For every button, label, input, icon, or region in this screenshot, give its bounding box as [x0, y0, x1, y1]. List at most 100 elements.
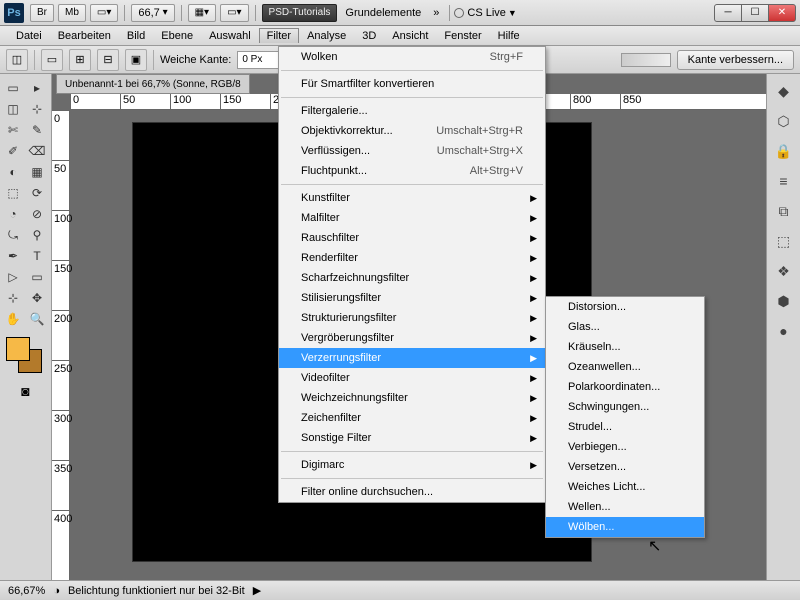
tool-9[interactable]: ▦ [26, 162, 48, 182]
quickmask-button[interactable]: ◙ [2, 383, 49, 399]
bridge-button[interactable]: Br [30, 4, 54, 22]
tool-10[interactable]: ⬚ [2, 183, 24, 203]
tool-17[interactable]: T [26, 246, 48, 266]
distort-item[interactable]: Ozeanwellen... [546, 357, 704, 377]
panel-icon-2[interactable]: 🔒 [772, 140, 796, 162]
tool-13[interactable]: ⊘ [26, 204, 48, 224]
panel-icon-8[interactable]: ● [772, 320, 796, 342]
color-swatches[interactable] [6, 337, 46, 377]
cslive-dropdown-icon[interactable]: ▼ [508, 8, 517, 18]
tool-preset-button[interactable]: ◫ [6, 49, 28, 71]
tool-21[interactable]: ✥ [26, 288, 48, 308]
distort-item[interactable]: Kräuseln... [546, 337, 704, 357]
selection-add-button[interactable]: ⊞ [69, 49, 91, 71]
minibridge-button[interactable]: Mb [58, 4, 86, 22]
distort-item[interactable]: Weiches Licht... [546, 477, 704, 497]
distort-item[interactable]: Verbiegen... [546, 437, 704, 457]
tool-6[interactable]: ✐ [2, 141, 24, 161]
filter-item[interactable]: Verflüssigen...Umschalt+Strg+X [279, 141, 545, 161]
refine-edge-button[interactable]: Kante verbessern... [677, 50, 794, 70]
selection-sub-button[interactable]: ⊟ [97, 49, 119, 71]
filter-item[interactable]: Scharfzeichnungsfilter▶ [279, 268, 545, 288]
zoom-level-button[interactable]: 66,7 ▾ [131, 4, 174, 22]
distort-item[interactable]: Wölben... [546, 517, 704, 537]
panel-icon-4[interactable]: ⧉ [772, 200, 796, 222]
screenmode-button[interactable]: ▭▾ [90, 4, 118, 22]
panel-icon-1[interactable]: ⬡ [772, 110, 796, 132]
filter-item[interactable]: Kunstfilter▶ [279, 188, 545, 208]
filter-item[interactable]: Objektivkorrektur...Umschalt+Strg+R [279, 121, 545, 141]
unknown-slider[interactable] [621, 53, 671, 67]
status-zoom[interactable]: 66,67% [8, 585, 45, 597]
viewextras-button[interactable]: ▦▾ [188, 4, 216, 22]
distort-item[interactable]: Glas... [546, 317, 704, 337]
filter-item[interactable]: WolkenStrg+F [279, 47, 545, 67]
window-maximize-button[interactable]: ☐ [741, 4, 769, 22]
menu-3d[interactable]: 3D [354, 28, 384, 44]
menu-bearbeiten[interactable]: Bearbeiten [50, 28, 119, 44]
distort-item[interactable]: Versetzen... [546, 457, 704, 477]
distort-item[interactable]: Polarkoordinaten... [546, 377, 704, 397]
menu-datei[interactable]: Datei [8, 28, 50, 44]
filter-item[interactable]: Filtergalerie... [279, 101, 545, 121]
tool-5[interactable]: ✎ [26, 120, 48, 140]
panel-icon-5[interactable]: ⬚ [772, 230, 796, 252]
panel-icon-7[interactable]: ⬢ [772, 290, 796, 312]
filter-item[interactable]: Strukturierungsfilter▶ [279, 308, 545, 328]
filter-item[interactable]: Rauschfilter▶ [279, 228, 545, 248]
tool-7[interactable]: ⌫ [26, 141, 48, 161]
filter-item[interactable]: Renderfilter▶ [279, 248, 545, 268]
tool-3[interactable]: ⊹ [26, 99, 48, 119]
filter-item[interactable]: Sonstige Filter▶ [279, 428, 545, 448]
workspace-switch-button[interactable]: PSD-Tutorials [262, 4, 338, 22]
filter-item[interactable]: Digimarc▶ [279, 455, 545, 475]
filter-item[interactable]: Für Smartfilter konvertieren [279, 74, 545, 94]
selection-new-button[interactable]: ▭ [41, 49, 63, 71]
status-arrow-icon[interactable]: ▶ [253, 584, 261, 597]
tool-12[interactable]: ◔ [2, 204, 24, 224]
tool-18[interactable]: ▷ [2, 267, 24, 287]
distort-item[interactable]: Strudel... [546, 417, 704, 437]
tool-14[interactable]: ⤿ [2, 225, 24, 245]
arrange-button[interactable]: ▭▾ [220, 4, 248, 22]
menu-filter[interactable]: Filter [259, 28, 299, 43]
tool-16[interactable]: ✒ [2, 246, 24, 266]
tool-20[interactable]: ⊹ [2, 288, 24, 308]
panel-icon-0[interactable]: ◆ [772, 80, 796, 102]
tool-11[interactable]: ⟳ [26, 183, 48, 203]
filter-item[interactable]: Verzerrungsfilter▶ [279, 348, 545, 368]
filter-item[interactable]: Stilisierungsfilter▶ [279, 288, 545, 308]
distort-item[interactable]: Wellen... [546, 497, 704, 517]
document-tab[interactable]: Unbenannt-1 bei 66,7% (Sonne, RGB/8 [56, 74, 250, 94]
filter-item[interactable]: Zeichenfilter▶ [279, 408, 545, 428]
tool-8[interactable]: ◐ [2, 162, 24, 182]
cslive-label[interactable]: CS Live [467, 7, 506, 19]
menu-ansicht[interactable]: Ansicht [384, 28, 436, 44]
tool-2[interactable]: ◫ [2, 99, 24, 119]
menu-auswahl[interactable]: Auswahl [201, 28, 259, 44]
workspace-more-icon[interactable]: » [427, 7, 445, 19]
filter-item[interactable]: Filter online durchsuchen... [279, 482, 545, 502]
distort-item[interactable]: Schwingungen... [546, 397, 704, 417]
filter-item[interactable]: Fluchtpunkt...Alt+Strg+V [279, 161, 545, 181]
tool-23[interactable]: 🔍 [26, 309, 48, 329]
tool-15[interactable]: ⚲ [26, 225, 48, 245]
tool-22[interactable]: ✋ [2, 309, 24, 329]
menu-hilfe[interactable]: Hilfe [490, 28, 528, 44]
menu-fenster[interactable]: Fenster [436, 28, 489, 44]
filter-item[interactable]: Vergröberungsfilter▶ [279, 328, 545, 348]
menu-bild[interactable]: Bild [119, 28, 153, 44]
tool-1[interactable]: ▸ [26, 78, 48, 98]
tool-19[interactable]: ▭ [26, 267, 48, 287]
filter-item[interactable]: Malfilter▶ [279, 208, 545, 228]
menu-ebene[interactable]: Ebene [153, 28, 201, 44]
workspace-label[interactable]: Grundelemente [339, 7, 427, 19]
panel-icon-3[interactable]: ≡ [772, 170, 796, 192]
tool-4[interactable]: ✄ [2, 120, 24, 140]
foreground-swatch[interactable] [6, 337, 30, 361]
window-minimize-button[interactable]: ─ [714, 4, 742, 22]
menu-analyse[interactable]: Analyse [299, 28, 354, 44]
filter-item[interactable]: Weichzeichnungsfilter▶ [279, 388, 545, 408]
selection-intersect-button[interactable]: ▣ [125, 49, 147, 71]
filter-item[interactable]: Videofilter▶ [279, 368, 545, 388]
